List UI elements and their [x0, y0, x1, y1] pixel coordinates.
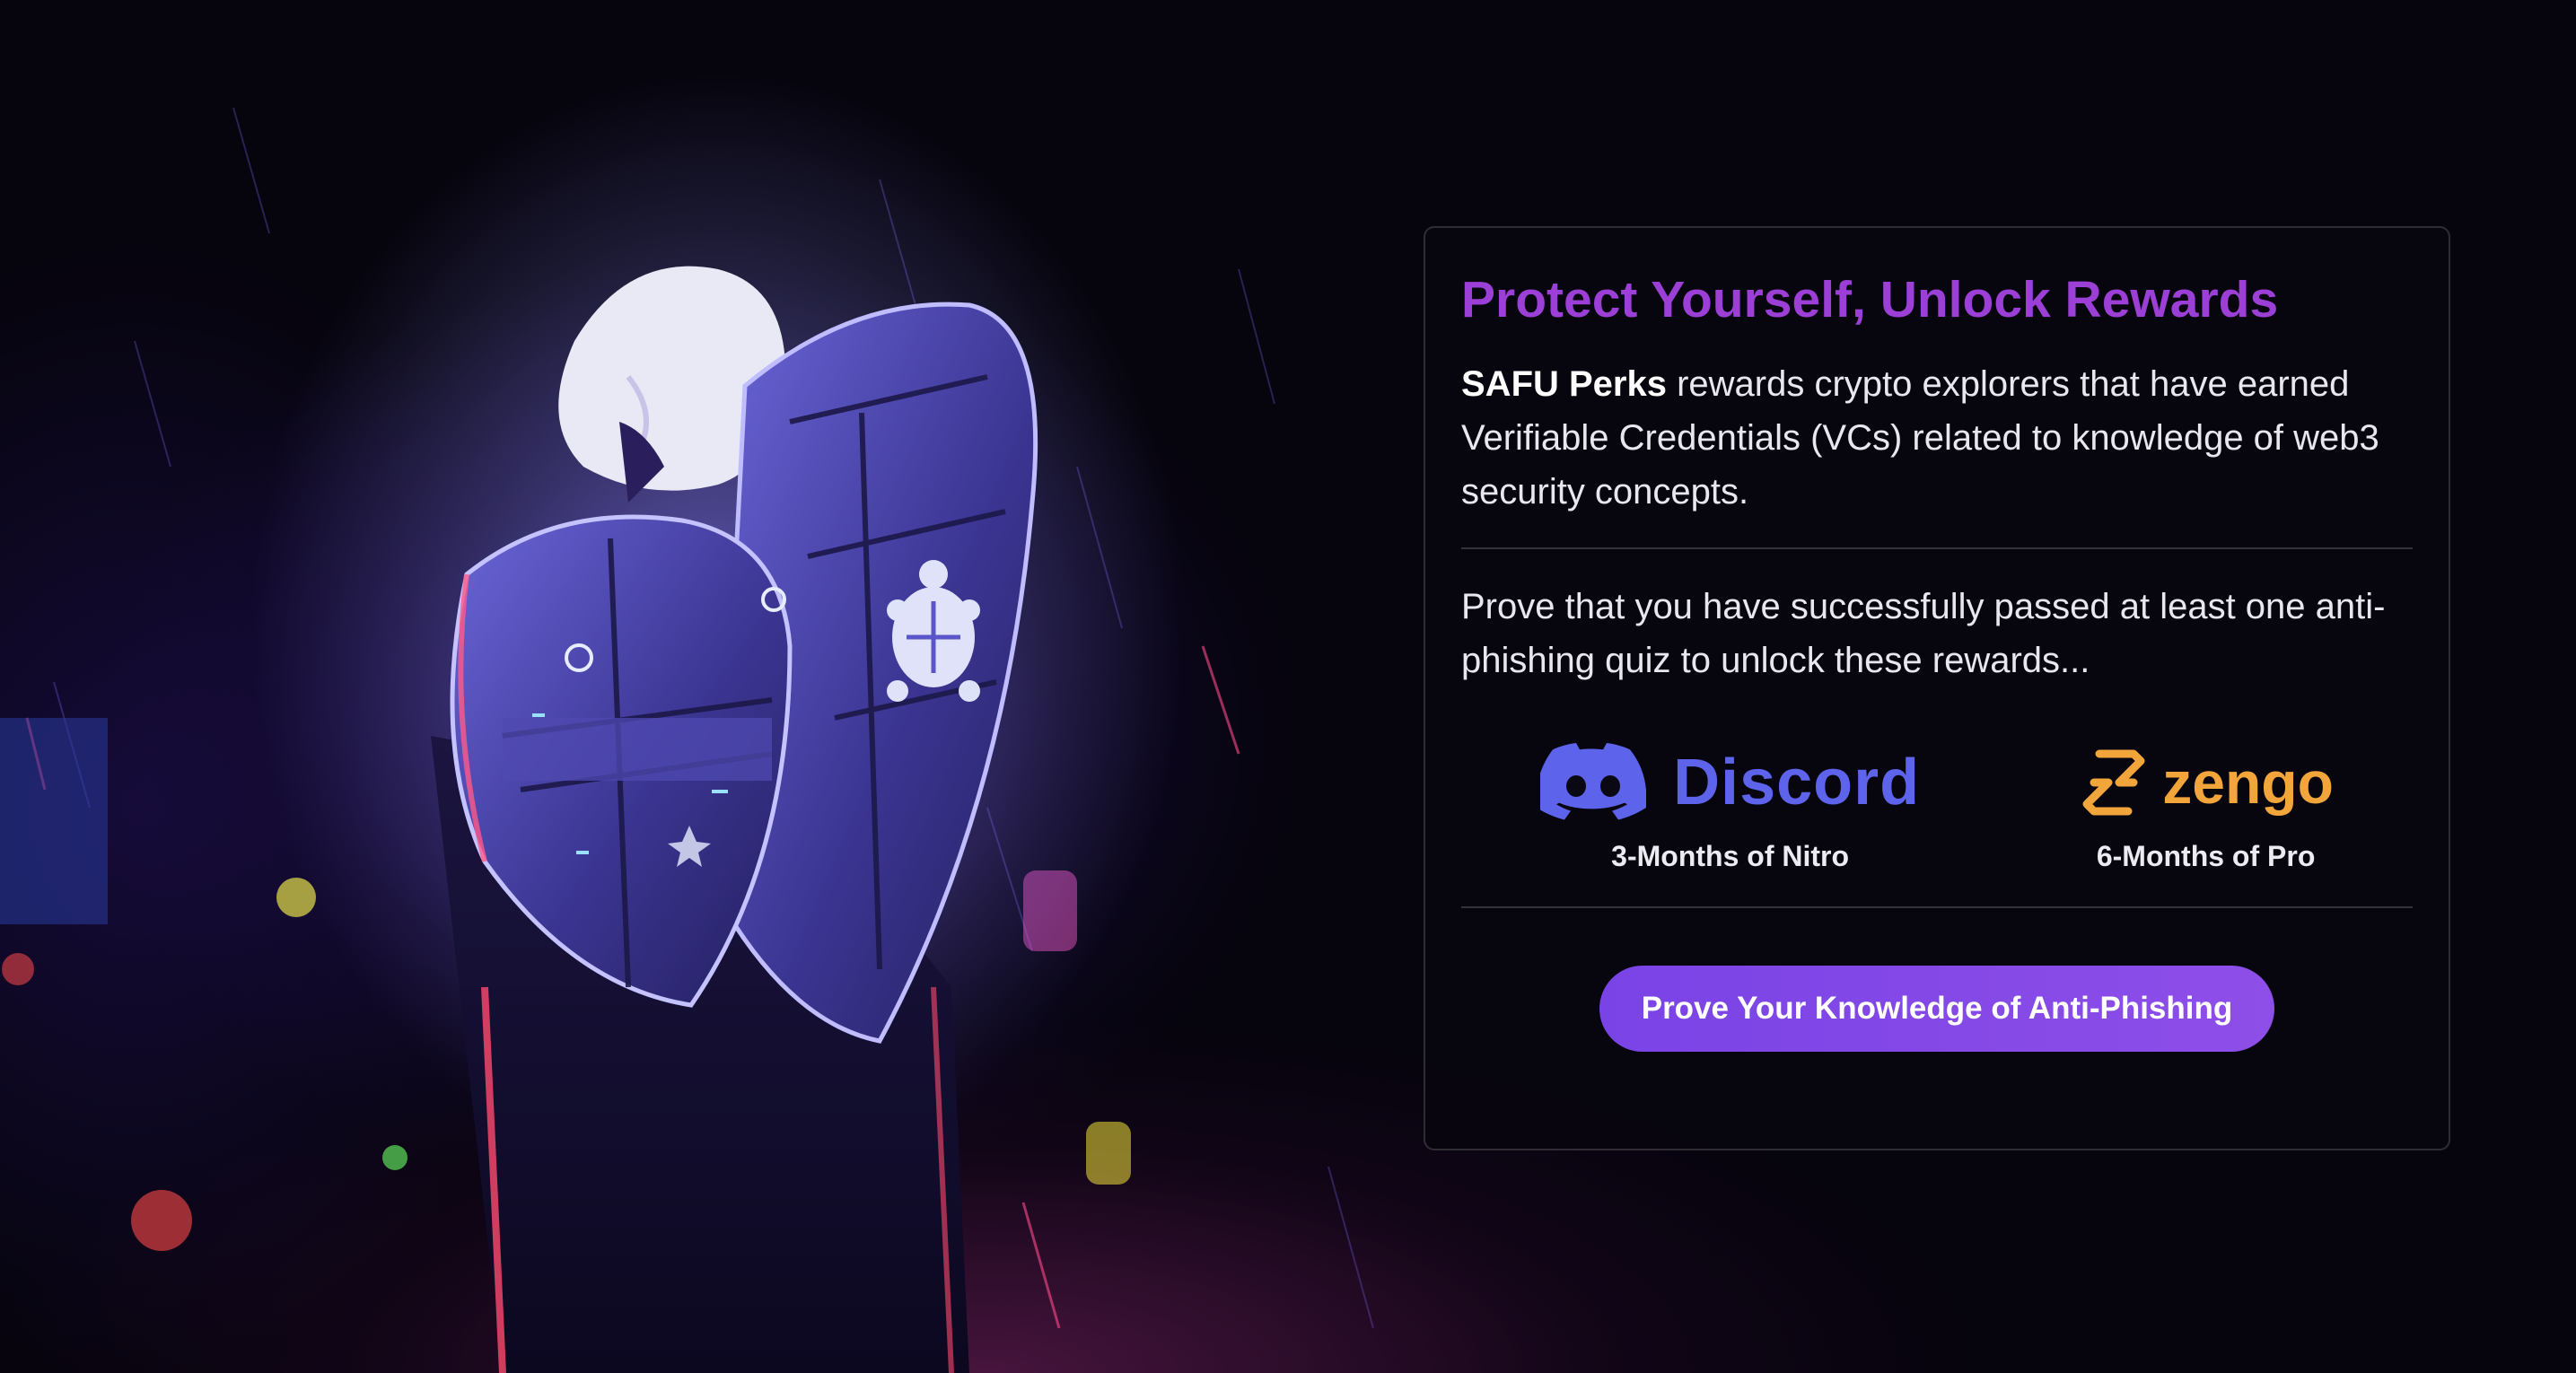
divider	[1461, 547, 2413, 549]
hero-illustration	[0, 0, 1436, 1373]
shield-warrior-illustration	[0, 72, 1374, 1373]
zengo-logo: zengo	[2078, 739, 2334, 826]
reward-discord: Discord 3-Months of Nitro	[1540, 739, 1920, 874]
intro-brand: SAFU Perks	[1461, 364, 1667, 404]
cta-wrapper: Prove Your Knowledge of Anti-Phishing	[1461, 966, 2413, 1052]
reward-zengo: zengo 6-Months of Pro	[2078, 739, 2334, 874]
zengo-wordmark: zengo	[2162, 749, 2334, 816]
prove-paragraph: Prove that you have successfully passed …	[1461, 587, 2386, 680]
rewards-list: Discord 3-Months of Nitro zengo 6-Months…	[1461, 739, 2413, 874]
discord-reward-label: 3-Months of Nitro	[1611, 840, 1850, 872]
divider	[1461, 906, 2413, 908]
discord-logo-icon	[1540, 743, 1647, 820]
prove-knowledge-button[interactable]: Prove Your Knowledge of Anti-Phishing	[1599, 966, 2274, 1052]
intro-paragraph: SAFU Perks rewards crypto explorers that…	[1461, 357, 2413, 519]
rewards-card: Protect Yourself, Unlock Rewards SAFU Pe…	[1424, 226, 2450, 1150]
discord-logo: Discord	[1540, 739, 1920, 826]
zengo-logo-icon	[2082, 749, 2145, 816]
card-title: Protect Yourself, Unlock Rewards	[1461, 271, 2279, 328]
discord-wordmark: Discord	[1673, 747, 1921, 818]
zengo-reward-label: 6-Months of Pro	[2096, 840, 2316, 872]
page: Protect Yourself, Unlock Rewards SAFU Pe…	[0, 0, 2576, 1373]
